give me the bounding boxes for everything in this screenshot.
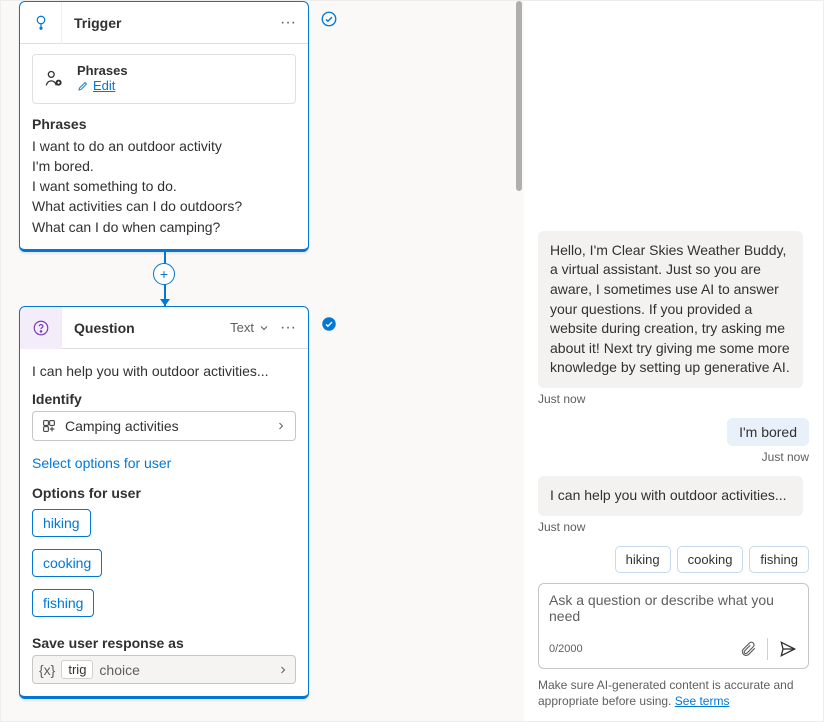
chevron-right-icon	[277, 664, 289, 676]
compose-placeholder[interactable]: Ask a question or describe what you need	[549, 592, 798, 632]
trigger-title: Trigger	[62, 15, 276, 31]
timestamp: Just now	[538, 450, 809, 464]
variable-icon: {x}	[39, 662, 55, 678]
see-terms-link[interactable]: See terms	[675, 694, 730, 708]
bot-message: I can help you with outdoor activities..…	[538, 476, 803, 516]
phrase-line: What activities can I do outdoors?	[32, 196, 296, 216]
attachment-icon[interactable]	[739, 640, 757, 658]
trigger-icon	[20, 2, 62, 44]
chevron-down-icon[interactable]	[258, 322, 270, 334]
suggestion-row: hiking cooking fishing	[538, 546, 809, 573]
scrollbar-thumb[interactable]	[516, 1, 522, 191]
timestamp: Just now	[538, 392, 809, 406]
question-node[interactable]: Question Text ··· I can help you with ou…	[19, 306, 309, 699]
flow-canvas: Trigger ··· Phrases Edit Phrases I wa	[0, 0, 524, 722]
option-chip[interactable]: cooking	[32, 549, 102, 577]
bot-message: Hello, I'm Clear Skies Weather Buddy, a …	[538, 231, 803, 388]
suggestion-chip[interactable]: fishing	[749, 546, 809, 573]
phrase-line: What can I do when camping?	[32, 217, 296, 237]
entity-icon	[41, 418, 57, 434]
option-chip[interactable]: hiking	[32, 509, 91, 537]
add-node-button[interactable]: +	[153, 263, 175, 285]
checkmark-icon	[320, 315, 338, 333]
disclaimer: Make sure AI-generated content is accura…	[524, 677, 823, 721]
checkmark-icon	[320, 10, 338, 28]
question-prompt: I can help you with outdoor activities..…	[32, 363, 296, 379]
user-message: I'm bored	[727, 418, 809, 446]
send-icon[interactable]	[778, 639, 798, 659]
pencil-icon	[77, 80, 89, 92]
more-icon[interactable]: ···	[276, 319, 300, 337]
suggestion-chip[interactable]: cooking	[677, 546, 744, 573]
question-icon	[20, 307, 62, 349]
phrases-card-title: Phrases	[77, 63, 128, 78]
phrase-line: I want to do an outdoor activity	[32, 136, 296, 156]
person-chat-icon	[43, 68, 65, 90]
edit-link[interactable]: Edit	[77, 78, 115, 93]
arrow-down-icon	[160, 299, 170, 306]
identify-value: Camping activities	[65, 418, 179, 434]
variable-name: trig	[61, 660, 93, 679]
char-counter: 0/2000	[549, 643, 739, 655]
disclaimer-text: Make sure AI-generated content is accura…	[538, 678, 794, 708]
option-chip[interactable]: fishing	[32, 589, 94, 617]
question-type-badge: Text	[230, 320, 254, 335]
timestamp: Just now	[538, 520, 809, 534]
identify-selector[interactable]: Camping activities	[32, 411, 296, 441]
phrase-line: I'm bored.	[32, 156, 296, 176]
suggestion-chip[interactable]: hiking	[615, 546, 671, 573]
compose-box[interactable]: Ask a question or describe what you need…	[538, 583, 809, 669]
options-label: Options for user	[32, 485, 296, 501]
identify-label: Identify	[32, 391, 296, 407]
chat-panel: Hello, I'm Clear Skies Weather Buddy, a …	[524, 0, 824, 722]
variable-selector[interactable]: {x} trig choice	[32, 655, 296, 684]
chevron-right-icon	[275, 420, 287, 432]
edit-link-label: Edit	[93, 78, 115, 93]
phrases-card[interactable]: Phrases Edit	[32, 54, 296, 104]
more-icon[interactable]: ···	[276, 14, 300, 32]
save-response-label: Save user response as	[32, 635, 296, 651]
phrase-line: I want something to do.	[32, 176, 296, 196]
variable-subtype: choice	[99, 662, 139, 678]
select-options-link[interactable]: Select options for user	[32, 455, 296, 471]
trigger-node[interactable]: Trigger ··· Phrases Edit Phrases I wa	[19, 1, 309, 252]
phrases-section-label: Phrases	[32, 116, 296, 132]
question-title: Question	[62, 320, 230, 336]
divider	[767, 638, 768, 660]
